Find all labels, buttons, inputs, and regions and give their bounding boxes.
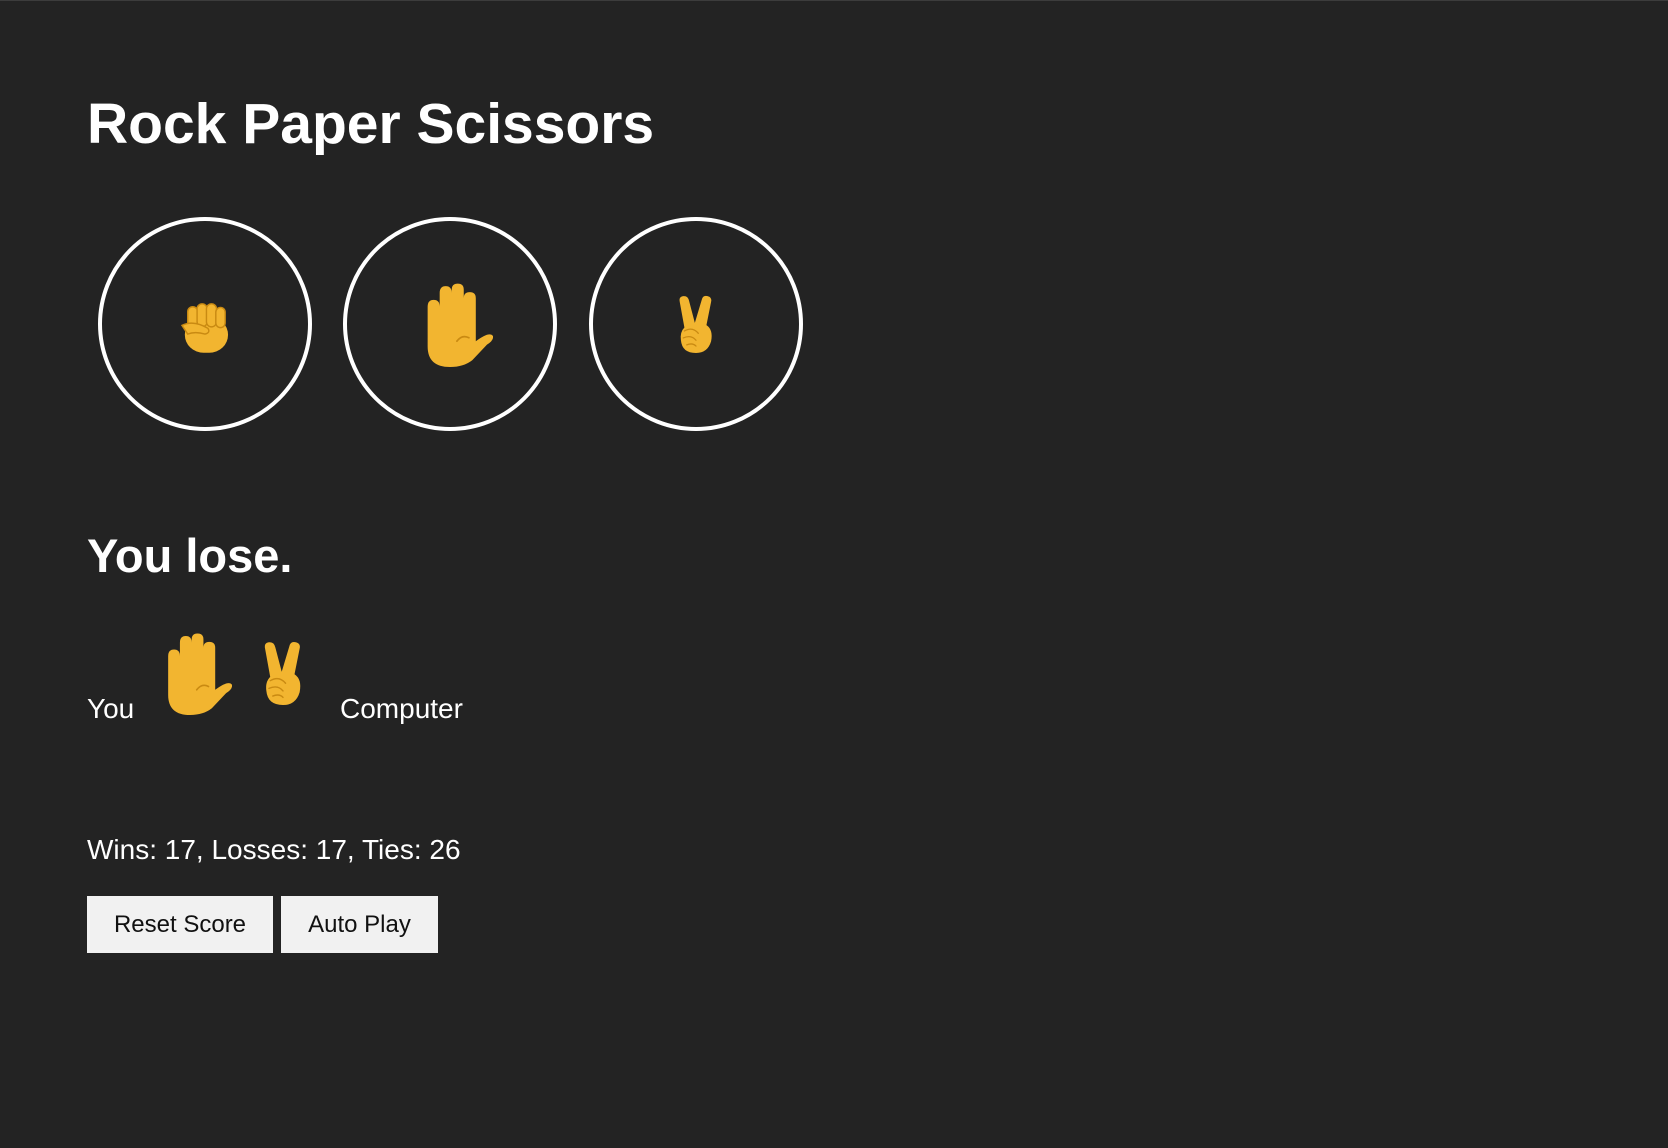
scissors-button[interactable] (589, 217, 803, 431)
rock-button[interactable] (98, 217, 312, 431)
rock-fist-icon (169, 276, 241, 372)
page: Rock Paper Scissors You lose. You Comput… (0, 0, 1668, 1148)
player-label: You (87, 693, 135, 724)
computer-label: Computer (340, 693, 463, 724)
result-text: You lose. (87, 529, 293, 582)
scissors-victory-icon (667, 277, 725, 371)
paper-hand-icon (148, 626, 232, 720)
auto-play-button[interactable]: Auto Play (281, 896, 438, 953)
scissors-victory-icon (251, 626, 315, 720)
page-title: Rock Paper Scissors (87, 92, 655, 156)
paper-button[interactable] (343, 217, 557, 431)
score-text: Wins: 17, Losses: 17, Ties: 26 (87, 834, 461, 865)
reset-score-button[interactable]: Reset Score (87, 896, 273, 953)
paper-hand-icon (407, 278, 493, 370)
